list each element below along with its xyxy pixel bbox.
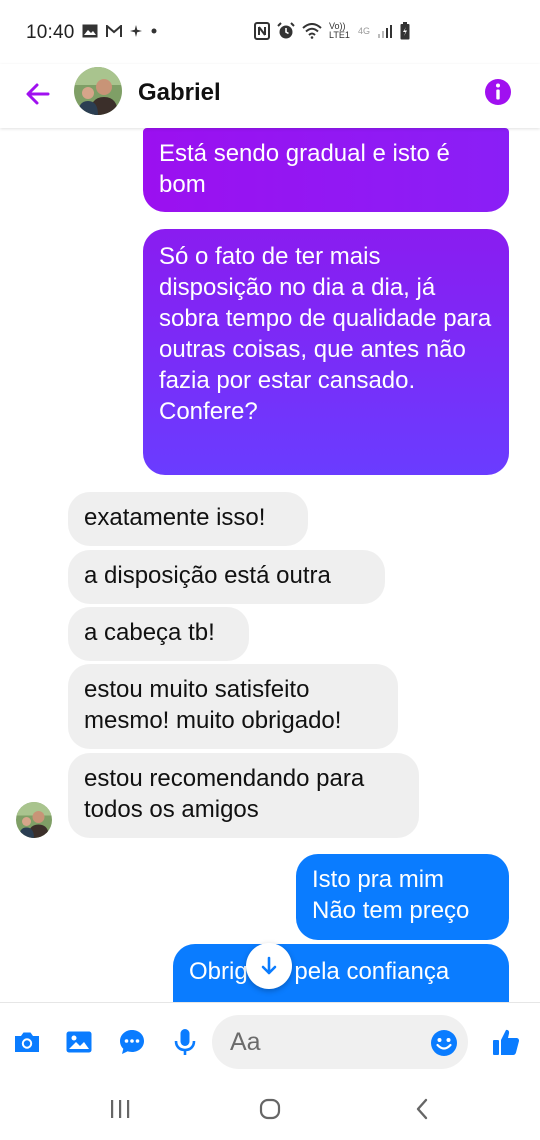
home-button[interactable] xyxy=(255,1094,285,1124)
status-bar: 10:40 Vo)) LTE1 4G xyxy=(0,0,540,64)
microphone-icon xyxy=(174,1029,196,1055)
back-nav-button[interactable] xyxy=(407,1094,437,1124)
status-right-icons: Vo)) LTE1 4G xyxy=(253,21,410,40)
back-arrow-button[interactable] xyxy=(20,76,56,112)
camera-button[interactable] xyxy=(12,1027,42,1057)
scroll-to-bottom-button[interactable] xyxy=(246,943,292,989)
battery-icon xyxy=(400,22,410,40)
recent-apps-button[interactable] xyxy=(105,1094,135,1124)
conversation-header: Gabriel xyxy=(0,64,540,128)
message-bubble-outgoing[interactable]: Só o fato de ter mais disposição no dia … xyxy=(143,229,509,475)
back-arrow-icon xyxy=(26,83,50,105)
thumbs-up-icon xyxy=(493,1029,520,1055)
gallery-notification-icon xyxy=(82,24,98,38)
like-button[interactable] xyxy=(491,1027,521,1057)
nfc-icon xyxy=(253,22,270,40)
message-list[interactable]: Está sendo gradual e isto é bom Só o fat… xyxy=(0,128,540,1002)
volte-indicator: Vo)) LTE1 xyxy=(328,21,350,40)
message-bubble-incoming[interactable]: estou muito satisfeito mesmo! muito obri… xyxy=(68,664,398,749)
message-bubble-incoming[interactable]: exatamente isso! xyxy=(68,492,308,546)
contact-avatar[interactable] xyxy=(74,67,122,115)
signal-icon xyxy=(378,25,392,38)
message-bubble-outgoing[interactable]: Isto pra mim Não tem preço xyxy=(296,854,509,940)
status-time: 10:40 xyxy=(26,22,75,43)
arrow-down-icon xyxy=(261,956,277,975)
recent-apps-icon xyxy=(111,1100,130,1118)
back-icon xyxy=(416,1098,428,1120)
alarm-icon xyxy=(277,22,295,39)
camera-icon xyxy=(15,1032,39,1052)
avatar-photo-icon xyxy=(74,67,122,115)
sender-avatar[interactable] xyxy=(16,802,52,838)
info-icon xyxy=(485,79,511,105)
emoji-icon xyxy=(431,1030,457,1056)
status-left-icons xyxy=(82,24,158,38)
dot-notification-icon xyxy=(151,28,157,34)
network-generation: 4G xyxy=(357,26,370,36)
message-bubble-incoming[interactable]: a disposição está outra xyxy=(68,550,385,604)
chat-bubble-icon xyxy=(120,1030,144,1054)
voice-message-button[interactable] xyxy=(170,1027,200,1057)
emoji-button[interactable] xyxy=(430,1029,458,1057)
home-icon xyxy=(259,1098,281,1120)
message-bubble-incoming[interactable]: estou recomendando para todos os amigos xyxy=(68,753,419,838)
gallery-button[interactable] xyxy=(64,1027,94,1057)
games-button[interactable] xyxy=(117,1027,147,1057)
message-bubble-incoming[interactable]: a cabeça tb! xyxy=(68,607,249,661)
system-navigation-bar xyxy=(0,1080,540,1140)
wifi-icon xyxy=(302,23,322,39)
info-button[interactable] xyxy=(484,78,512,106)
message-composer xyxy=(0,1002,540,1080)
contact-name[interactable]: Gabriel xyxy=(138,79,221,107)
message-bubble-outgoing[interactable]: Está sendo gradual e isto é bom xyxy=(143,128,509,212)
avatar-photo-icon xyxy=(16,802,52,838)
sparkle-notification-icon xyxy=(130,25,142,37)
message-bubble-outgoing[interactable]: Obrigado pela confiança xyxy=(173,944,509,1002)
gmail-notification-icon xyxy=(106,24,122,37)
image-icon xyxy=(66,1031,92,1053)
